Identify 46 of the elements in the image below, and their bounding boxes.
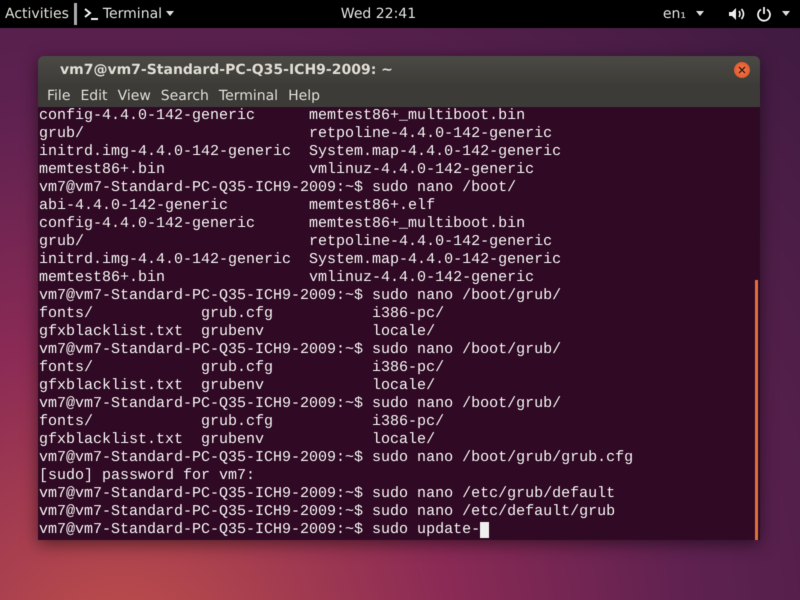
terminal-line: vm7@vm7-Standard-PC-Q35-ICH9-2009:~$ sudo nano /etc/grub/default bbox=[39, 485, 616, 503]
volume-icon[interactable] bbox=[728, 7, 746, 21]
caret-icon bbox=[696, 11, 704, 17]
caret-icon bbox=[166, 11, 174, 17]
terminal-line: vm7@vm7-Standard-PC-Q35-ICH9-2009:~$ sudo nano /etc/default/grub bbox=[39, 503, 616, 521]
terminal-line: gfxblacklist.txt grubenv locale/ bbox=[39, 377, 436, 395]
terminal-line: abi-4.4.0-142-generic memtest86+.elf bbox=[39, 197, 436, 215]
menu-item[interactable]: Search bbox=[156, 88, 214, 104]
terminal-line: vm7@vm7-Standard-PC-Q35-ICH9-2009:~$ sudo nano /boot/grub/grub.cfg bbox=[39, 449, 634, 467]
menu-item[interactable]: Terminal bbox=[214, 88, 284, 104]
terminal-line: gfxblacklist.txt grubenv locale/ bbox=[39, 431, 436, 449]
menu-item[interactable]: Help bbox=[283, 88, 325, 104]
terminal-line: grub/ retpoline-4.4.0-142-generic bbox=[39, 233, 554, 251]
terminal-line: vm7@vm7-Standard-PC-Q35-ICH9-2009:~$ sudo nano /boot/grub/ bbox=[39, 287, 562, 305]
terminal-line: fonts/ grub.cfg i386-pc/ bbox=[39, 413, 446, 431]
terminal-line: config-4.4.0-142-generic memtest86+_multiboot.bin bbox=[39, 215, 526, 233]
menu-item[interactable]: Edit bbox=[75, 88, 113, 104]
app-menu-label: Terminal bbox=[102, 6, 162, 22]
keyboard-layout[interactable]: en₁ bbox=[662, 6, 686, 22]
terminal-line: grub/ retpoline-4.4.0-142-generic bbox=[39, 125, 554, 143]
terminal-line: fonts/ grub.cfg i386-pc/ bbox=[39, 305, 446, 323]
scrollbar[interactable] bbox=[755, 280, 758, 540]
close-icon bbox=[738, 66, 746, 74]
menu-item[interactable]: File bbox=[42, 88, 76, 104]
terminal-line: initrd.img-4.4.0-142-generic System.map-4.4.0-142-generic bbox=[39, 251, 562, 269]
terminal-line: vm7@vm7-Standard-PC-Q35-ICH9-2009:~$ sudo nano /boot/grub/ bbox=[39, 341, 562, 359]
terminal-icon bbox=[82, 7, 99, 21]
terminal-line: config-4.4.0-142-generic memtest86+_multiboot.bin bbox=[39, 107, 526, 125]
terminal-line: vm7@vm7-Standard-PC-Q35-ICH9-2009:~$ sudo update- bbox=[39, 521, 480, 539]
terminal-line: memtest86+.bin vmlinuz-4.4.0-142-generic bbox=[39, 269, 536, 287]
terminal-area[interactable] bbox=[38, 107, 760, 540]
terminal-line: fonts/ grub.cfg i386-pc/ bbox=[39, 359, 446, 377]
menu-item[interactable]: View bbox=[112, 88, 156, 104]
terminal-line: vm7@vm7-Standard-PC-Q35-ICH9-2009:~$ sudo nano /boot/ bbox=[39, 179, 518, 197]
terminal-line: gfxblacklist.txt grubenv locale/ bbox=[39, 323, 436, 341]
caret-icon bbox=[782, 11, 790, 17]
power-icon[interactable] bbox=[756, 6, 772, 22]
terminal-line: vm7@vm7-Standard-PC-Q35-ICH9-2009:~$ sudo nano /boot/grub/ bbox=[39, 395, 562, 413]
terminal-line: [sudo] password for vm7: bbox=[39, 467, 256, 485]
activities-button[interactable]: Activities bbox=[0, 6, 74, 22]
app-menu[interactable]: Terminal bbox=[74, 3, 174, 25]
terminal-line: memtest86+.bin vmlinuz-4.4.0-142-generic bbox=[39, 161, 536, 179]
window-title: vm7@vm7-Standard-PC-Q35-ICH9-2009: ~ bbox=[60, 62, 394, 78]
clock[interactable]: Wed 22:41 bbox=[174, 6, 663, 22]
terminal-line: initrd.img-4.4.0-142-generic System.map-4.4.0-142-generic bbox=[39, 143, 562, 161]
close-button[interactable] bbox=[734, 62, 750, 78]
